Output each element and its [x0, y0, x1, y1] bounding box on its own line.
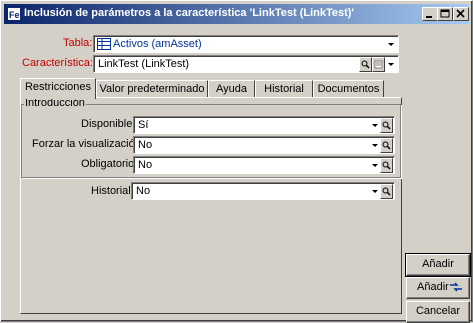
forzar-search-icon[interactable]: [380, 138, 393, 153]
forzar-value: No: [138, 139, 153, 151]
caracteristica-value: LinkTest (LinkTest): [98, 58, 190, 70]
svg-text:Fe: Fe: [9, 10, 20, 20]
historial-search-icon[interactable]: [380, 184, 393, 199]
obligatorio-field[interactable]: No: [133, 156, 395, 174]
tabla-value: Activos (amAsset): [113, 38, 202, 50]
forzar-dropdown-icon[interactable]: [370, 138, 380, 152]
tab-historial[interactable]: Historial: [255, 80, 313, 98]
obligatorio-dropdown-icon[interactable]: [370, 158, 380, 172]
tabla-label: Tabla:: [63, 37, 93, 49]
table-icon: [97, 38, 111, 50]
detail-icon[interactable]: [372, 57, 385, 72]
obligatorio-value: No: [138, 159, 153, 171]
dialog-window: Fe Inclusión de parámetros a la caracter…: [0, 0, 473, 323]
tabla-dropdown-icon[interactable]: [386, 37, 396, 51]
disponible-field[interactable]: Sí: [133, 116, 395, 134]
historial-label: Historial:: [91, 185, 134, 197]
disponible-dropdown-icon[interactable]: [370, 118, 380, 132]
obligatorio-search-icon[interactable]: [380, 158, 393, 173]
arrows-icon: [449, 282, 463, 292]
disponible-label: Disponible:: [81, 118, 136, 130]
obligatorio-label: Obligatorio:: [81, 158, 138, 170]
tab-documentos[interactable]: Documentos: [313, 80, 384, 98]
caracteristica-field[interactable]: LinkTest (LinkTest): [93, 55, 399, 73]
add-and-close-label: Añadir: [417, 281, 449, 293]
search-icon[interactable]: [359, 57, 372, 72]
historial-dropdown-icon[interactable]: [370, 184, 380, 198]
add-button[interactable]: Añadir: [405, 253, 471, 277]
add-and-close-button[interactable]: Añadir: [406, 277, 470, 299]
app-icon: Fe: [7, 7, 21, 21]
historial-field[interactable]: No: [131, 182, 395, 200]
minimize-button[interactable]: [422, 7, 438, 21]
caracteristica-dropdown-icon[interactable]: [386, 57, 396, 71]
title-bar[interactable]: Fe Inclusión de parámetros a la caracter…: [4, 4, 469, 24]
disponible-search-icon[interactable]: [380, 118, 393, 133]
historial-value: No: [136, 185, 151, 197]
maximize-button[interactable]: [437, 7, 453, 21]
close-button[interactable]: [453, 7, 469, 21]
caracteristica-label: Característica:: [22, 57, 93, 69]
tab-restricciones[interactable]: Restricciones: [20, 78, 96, 99]
window-title: Inclusión de parámetros a la característ…: [24, 7, 355, 19]
forzar-label: Forzar la visualización:: [32, 138, 144, 150]
disponible-value: Sí: [138, 119, 149, 131]
tab-ayuda[interactable]: Ayuda: [208, 80, 255, 98]
cancel-button[interactable]: Cancelar: [406, 301, 470, 323]
forzar-field[interactable]: No: [133, 136, 395, 154]
tabla-field[interactable]: Activos (amAsset): [93, 35, 399, 53]
tab-valor-predeterminado[interactable]: Valor predeterminado: [96, 80, 208, 98]
